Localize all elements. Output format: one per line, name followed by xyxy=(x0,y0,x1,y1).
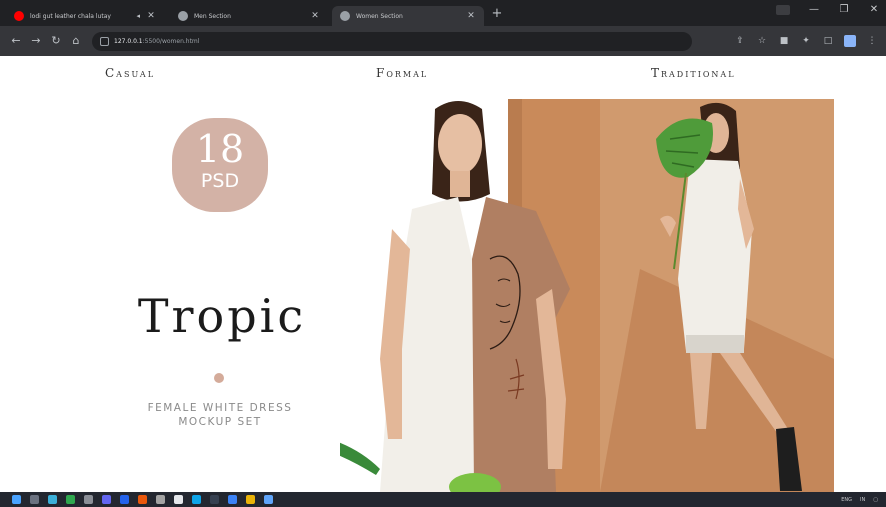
browser-toolbar: ← → ↻ ⌂ 127.0.0.1:5500/women.html ⇪ ☆ ■ … xyxy=(0,26,886,56)
forward-button[interactable]: → xyxy=(28,33,44,49)
accent-dot xyxy=(214,373,224,383)
mail-icon[interactable] xyxy=(120,495,129,504)
page-content: Casual Formal Traditional 18 PSD Tropic … xyxy=(0,56,886,492)
nav-link-traditional[interactable]: Traditional xyxy=(651,66,736,80)
nav-link-casual[interactable]: Casual xyxy=(105,66,155,80)
hero-photo xyxy=(340,99,834,492)
windows-taskbar: ENG IN ▢ xyxy=(0,492,886,507)
edge-icon[interactable] xyxy=(48,495,57,504)
tab-lodi[interactable]: lodi gut leather chala lutay ◂ ✕ xyxy=(6,6,164,26)
tray-language[interactable]: ENG xyxy=(841,497,852,503)
globe-icon xyxy=(340,11,350,21)
settings-icon[interactable] xyxy=(156,495,165,504)
menu-icon[interactable]: ⋮ xyxy=(866,35,878,47)
badge-unit: PSD xyxy=(200,170,240,192)
github-icon[interactable] xyxy=(174,495,183,504)
hero-banner: 18 PSD Tropic FEMALE WHITE DRESS MOCKUP … xyxy=(80,99,834,492)
app-icon[interactable] xyxy=(264,495,273,504)
close-icon[interactable]: ✕ xyxy=(146,11,156,21)
close-icon[interactable]: ✕ xyxy=(310,11,320,21)
store-icon[interactable] xyxy=(84,495,93,504)
reading-list-icon[interactable]: □ xyxy=(822,35,834,47)
psd-count-badge: 18 PSD xyxy=(172,118,268,212)
tab-search-icon[interactable] xyxy=(776,4,790,15)
tab-women-section[interactable]: Women Section ✕ xyxy=(332,6,484,26)
hero-text-panel: 18 PSD Tropic FEMALE WHITE DRESS MOCKUP … xyxy=(80,99,380,492)
subtitle-line: FEMALE WHITE DRESS xyxy=(147,402,293,414)
file-explorer-icon[interactable] xyxy=(102,495,111,504)
youtube-icon xyxy=(14,11,24,21)
profile-icon[interactable] xyxy=(844,35,856,47)
home-button[interactable]: ⌂ xyxy=(68,33,84,49)
brand-title: Tropic xyxy=(137,289,307,343)
windows-icon[interactable] xyxy=(12,495,21,504)
hero-subtitle: FEMALE WHITE DRESS MOCKUP SET xyxy=(120,401,320,429)
toolbar-actions: ⇪ ☆ ■ ✦ □ ⋮ xyxy=(734,35,878,47)
badge-number: 18 xyxy=(195,127,245,171)
share-icon[interactable]: ⇪ xyxy=(734,35,746,47)
url-text: 127.0.0.1:5500/women.html xyxy=(114,37,200,45)
system-tray: ENG IN ▢ xyxy=(841,497,878,503)
search-icon[interactable] xyxy=(30,495,39,504)
reload-button[interactable]: ↻ xyxy=(48,33,64,49)
close-window-button[interactable]: ✕ xyxy=(868,4,880,15)
window-controls: — ❐ ✕ xyxy=(776,4,880,15)
close-icon[interactable]: ✕ xyxy=(466,11,476,21)
notification-icon[interactable]: ▢ xyxy=(873,497,878,503)
office-icon[interactable] xyxy=(138,495,147,504)
browser-tab-strip: lodi gut leather chala lutay ◂ ✕ Men Sec… xyxy=(0,0,886,26)
terminal-icon[interactable] xyxy=(210,495,219,504)
model-photo-illustration xyxy=(340,99,834,492)
site-info-icon[interactable] xyxy=(100,36,109,46)
subtitle-line: MOCKUP SET xyxy=(178,416,262,428)
extensions-icon[interactable]: ✦ xyxy=(800,35,812,47)
address-bar[interactable]: 127.0.0.1:5500/women.html xyxy=(92,31,692,51)
tab-label: lodi gut leather chala lutay xyxy=(30,12,111,20)
audio-icon[interactable]: ◂ xyxy=(136,12,140,20)
minimize-button[interactable]: — xyxy=(808,4,820,15)
tab-men-section[interactable]: Men Section ✕ xyxy=(170,6,328,26)
tab-label: Men Section xyxy=(194,12,231,20)
vscode-icon[interactable] xyxy=(192,495,201,504)
new-tab-button[interactable]: + xyxy=(490,7,504,21)
category-nav: Casual Formal Traditional xyxy=(0,56,886,90)
maximize-button[interactable]: ❐ xyxy=(838,4,850,15)
bookmark-icon[interactable]: ■ xyxy=(778,35,790,47)
star-icon[interactable]: ☆ xyxy=(756,35,768,47)
photos-icon[interactable] xyxy=(228,495,237,504)
tray-region[interactable]: IN xyxy=(860,497,865,503)
folder-icon[interactable] xyxy=(246,495,255,504)
globe-icon xyxy=(178,11,188,21)
tab-label: Women Section xyxy=(356,12,403,20)
nav-link-formal[interactable]: Formal xyxy=(376,66,428,80)
chrome-icon[interactable] xyxy=(66,495,75,504)
back-button[interactable]: ← xyxy=(8,33,24,49)
